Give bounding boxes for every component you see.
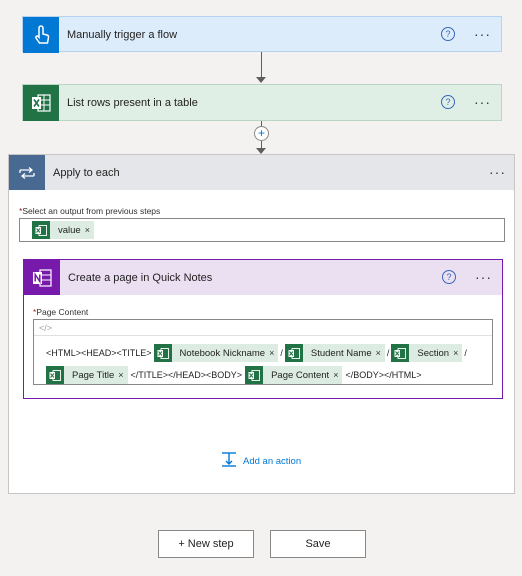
connector-line [261,52,262,78]
token-chip[interactable]: Section × [391,344,463,362]
list-rows-card[interactable]: List rows present in a table ? ··· [22,84,502,121]
card-title: List rows present in a table [67,97,198,109]
remove-token-icon[interactable]: × [333,370,342,380]
template-text: / [280,348,283,358]
template-text: / [386,348,390,358]
template-text: </TITLE></HEAD><BODY> [130,370,243,380]
excel-icon [32,221,50,239]
token-chip[interactable]: value × [32,221,94,239]
add-action-label: Add an action [243,456,302,467]
token-label: Section [417,347,450,359]
remove-token-icon[interactable]: × [85,225,94,235]
trigger-card[interactable]: Manually trigger a flow ? ··· [22,16,502,53]
add-action-icon [221,451,237,472]
help-icon[interactable]: ? [441,95,455,109]
remove-token-icon[interactable]: × [269,348,278,358]
template-text: / [464,348,467,358]
excel-icon [153,344,172,362]
token-label: value [58,224,81,236]
excel-icon [46,366,64,384]
save-button[interactable]: Save [270,530,366,558]
arrow-down-icon [256,77,266,83]
token-label: Page Title [72,369,115,381]
content-line-1: <HTML><HEAD><TITLE> Notebook Nickname × … [46,344,467,362]
onenote-card: Create a page in Quick Notes ? ··· *Page… [23,259,503,399]
add-action-button[interactable]: Add an action [221,451,301,472]
excel-icon [284,344,303,362]
apply-to-each-header[interactable]: Apply to each ··· [9,155,514,190]
remove-token-icon[interactable]: × [118,370,127,380]
field-label: *Select an output from previous steps [19,206,160,216]
more-options-icon[interactable]: ··· [475,268,492,286]
onenote-header[interactable]: Create a page in Quick Notes ? ··· [24,260,502,295]
more-options-icon[interactable]: ··· [474,93,491,111]
token-chip[interactable]: Notebook Nickname × [153,344,279,362]
help-icon[interactable]: ? [442,270,456,284]
insert-step-button[interactable]: + [254,126,269,141]
more-options-icon[interactable]: ··· [489,163,506,181]
field-label: *Page Content [33,307,88,317]
content-line-2: Page Title × </TITLE></HEAD><BODY> Page … [46,366,421,384]
page-content-input[interactable]: </> <HTML><HEAD><TITLE> Notebook Nicknam… [33,319,493,385]
field-label-text: Select an output from previous steps [22,206,161,216]
excel-icon [23,85,59,121]
excel-icon [245,366,264,384]
touch-icon [23,17,59,53]
template-text: </BODY></HTML> [345,370,422,380]
more-options-icon[interactable]: ··· [474,25,491,43]
loop-icon [9,155,45,190]
remove-token-icon[interactable]: × [376,348,385,358]
token-chip[interactable]: Student Name × [284,344,385,362]
token-chip[interactable]: Page Title × [46,366,128,384]
new-step-button[interactable]: + New step [158,530,254,558]
token-label: Page Content [271,369,330,381]
card-title: Manually trigger a flow [67,29,178,41]
code-view-icon[interactable]: </> [34,320,492,336]
card-title: Create a page in Quick Notes [68,271,213,284]
remove-token-icon[interactable]: × [453,348,462,358]
apply-to-each-container: Apply to each ··· *Select an output from… [8,154,515,494]
card-title: Apply to each [53,166,120,179]
excel-icon [391,344,410,362]
template-text: <HTML><HEAD><TITLE> [46,348,152,358]
onenote-icon [24,260,60,295]
field-label-text: Page Content [36,307,89,317]
help-icon[interactable]: ? [441,27,455,41]
token-chip[interactable]: Page Content × [245,366,343,384]
output-select-input[interactable]: value × [19,218,505,242]
token-label: Notebook Nickname [179,347,266,359]
token-label: Student Name [310,347,372,359]
